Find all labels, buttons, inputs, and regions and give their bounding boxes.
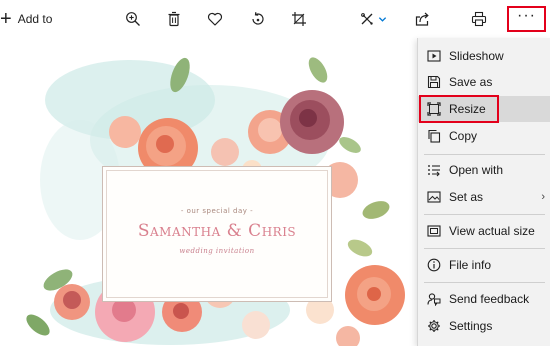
more-options-button[interactable]: ··· [507, 6, 546, 32]
resize-icon [427, 102, 441, 116]
add-to-label: Add to [17, 12, 53, 26]
menu-item-label: Copy [449, 129, 478, 143]
invitation-tagline: - our special day - [180, 207, 254, 215]
menu-item-file-info[interactable]: File info [418, 252, 550, 278]
edit-icon [361, 13, 373, 25]
print-icon [471, 11, 487, 27]
zoom-in-icon [126, 12, 140, 26]
chevron-right-icon: › [541, 191, 545, 203]
plus-icon: + [0, 8, 12, 30]
copy-icon [427, 129, 441, 143]
image-canvas[interactable]: - our special day - Samantha & Chris wed… [20, 40, 416, 346]
menu-item-save-as[interactable]: Save as [418, 69, 550, 95]
top-toolbar: + Add to ··· [0, 0, 550, 38]
menu-item-open-with[interactable]: Open with [418, 157, 550, 183]
menu-item-label: File info [449, 258, 492, 272]
invitation-names: Samantha & Chris [137, 221, 297, 241]
edit-create-button[interactable] [356, 5, 390, 33]
feedback-icon [427, 292, 441, 306]
menu-separator [424, 282, 545, 283]
add-to-button[interactable]: + Add to [0, 8, 52, 30]
menu-item-label: Open with [449, 163, 504, 177]
more-options-menu: Slideshow Save as Resize Copy Open with … [417, 38, 550, 346]
menu-item-label: Slideshow [449, 49, 504, 63]
invitation-card: - our special day - Samantha & Chris wed… [102, 166, 332, 302]
delete-button[interactable] [159, 5, 189, 33]
share-icon [415, 12, 429, 26]
menu-item-label: Set as [449, 190, 484, 204]
invitation-subtitle: wedding invitation [179, 247, 255, 255]
menu-item-view-actual-size[interactable]: View actual size [418, 218, 550, 244]
menu-item-label: Settings [449, 319, 493, 333]
print-button[interactable] [464, 5, 494, 33]
delete-icon [168, 11, 180, 27]
menu-separator [424, 154, 545, 155]
menu-item-settings[interactable]: Settings [418, 313, 550, 339]
menu-item-label: View actual size [449, 224, 535, 238]
favorite-button[interactable] [200, 5, 230, 33]
open-with-icon [427, 163, 441, 177]
menu-item-send-feedback[interactable]: Send feedback [418, 286, 550, 312]
save-icon [427, 75, 441, 89]
menu-separator [424, 248, 545, 249]
menu-separator [424, 214, 545, 215]
menu-item-label: Save as [449, 75, 493, 89]
menu-item-label: Resize [449, 102, 486, 116]
crop-button[interactable] [284, 5, 314, 33]
chevron-down-icon [378, 16, 387, 22]
menu-item-slideshow[interactable]: Slideshow [418, 43, 550, 69]
rotate-button[interactable] [243, 5, 273, 33]
share-button[interactable] [407, 5, 437, 33]
more-icon: ··· [517, 7, 536, 24]
slideshow-icon [427, 49, 441, 63]
heart-icon [207, 12, 223, 26]
crop-icon [292, 12, 306, 26]
settings-icon [427, 319, 441, 333]
zoom-in-button[interactable] [118, 5, 148, 33]
actual-size-icon [427, 224, 441, 238]
menu-item-label: Send feedback [449, 292, 530, 306]
menu-item-copy[interactable]: Copy [418, 123, 550, 149]
info-icon [427, 258, 441, 272]
menu-item-resize[interactable]: Resize [418, 96, 550, 122]
rotate-icon [252, 12, 264, 25]
menu-item-set-as[interactable]: Set as › [418, 184, 550, 210]
set-as-icon [427, 190, 441, 204]
